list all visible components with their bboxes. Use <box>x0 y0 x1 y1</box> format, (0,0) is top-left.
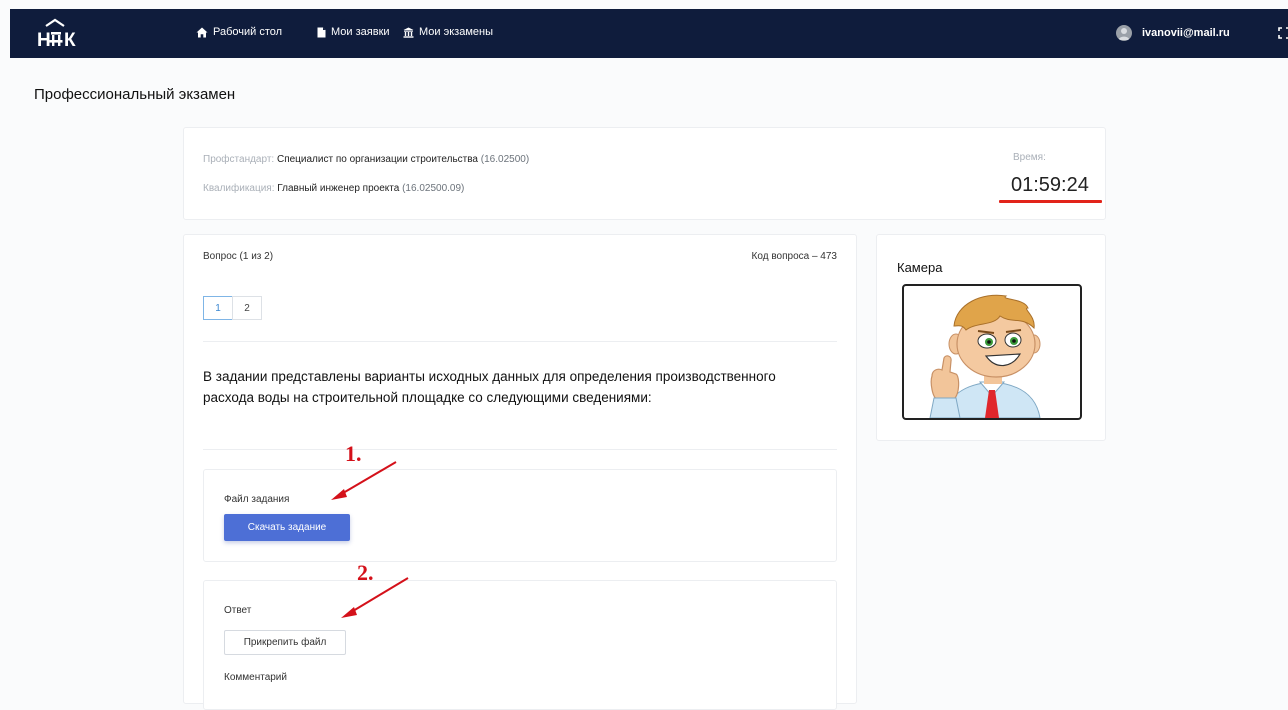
svg-text:К: К <box>64 30 76 50</box>
camera-preview <box>902 284 1082 420</box>
qualification-code: (16.02500.09) <box>402 183 465 194</box>
page-title: Профессиональный экзамен <box>34 86 236 103</box>
camera-card: Камера <box>876 234 1106 441</box>
attach-file-button[interactable]: Прикрепить файл <box>224 630 346 655</box>
nav-my-applications-label: Мои заявки <box>331 26 390 38</box>
qualification-line: Квалификация: Главный инженер проекта (1… <box>203 183 464 194</box>
fullscreen-icon[interactable] <box>1278 27 1288 39</box>
exam-info-card: Профстандарт: Специалист по организации … <box>183 127 1106 220</box>
camera-title: Камера <box>897 260 943 275</box>
question-page-2[interactable]: 2 <box>232 296 262 320</box>
nav-dashboard[interactable]: Рабочий стол <box>196 26 282 38</box>
avatar-icon <box>1116 25 1132 41</box>
qualification-value: Главный инженер проекта <box>277 183 400 194</box>
question-pager: 1 2 <box>203 296 262 320</box>
annotation-step-2: 2. <box>357 560 374 585</box>
annotation-step-1: 1. <box>345 441 362 466</box>
task-file-label: Файл задания <box>224 494 290 505</box>
document-icon <box>317 27 326 37</box>
timer-highlight-underline <box>999 200 1102 203</box>
home-icon <box>196 27 208 37</box>
profstandard-label: Профстандарт: <box>203 154 275 165</box>
task-file-section: Файл задания Скачать задание <box>203 469 837 562</box>
institution-icon <box>403 27 414 38</box>
timer-value: 01:59:24 <box>1011 174 1089 196</box>
user-email: ivanovii@mail.ru <box>1142 27 1230 39</box>
comment-label: Комментарий <box>224 672 287 683</box>
download-task-button[interactable]: Скачать задание <box>224 514 350 541</box>
profstandard-code: (16.02500) <box>480 154 530 165</box>
cartoon-person-image <box>929 294 1041 418</box>
question-card: Вопрос (1 из 2) Код вопроса – 473 1 2 В … <box>183 234 857 710</box>
divider <box>203 449 837 450</box>
question-text: В задании представлены варианты исходных… <box>203 369 776 405</box>
time-label: Время: <box>1013 152 1046 163</box>
answer-label: Ответ <box>224 605 252 616</box>
top-navbar: Н К Рабочий стол Мои заявки Мои экзамены <box>10 9 1288 58</box>
profstandard-line: Профстандарт: Специалист по организации … <box>203 154 529 165</box>
question-counter: Вопрос (1 из 2) <box>203 251 274 262</box>
nav-dashboard-label: Рабочий стол <box>213 26 283 38</box>
npk-logo[interactable]: Н К <box>34 18 88 50</box>
nav-my-exams-label: Мои экзамены <box>419 26 493 38</box>
nav-my-applications[interactable]: Мои заявки <box>317 26 390 38</box>
profstandard-value: Специалист по организации строительства <box>276 154 478 165</box>
divider <box>203 341 837 342</box>
qualification-label: Квалификация: <box>203 183 275 194</box>
svg-text:Н: Н <box>37 30 51 50</box>
question-code: Код вопроса – 473 <box>751 251 837 262</box>
question-page-1[interactable]: 1 <box>203 296 233 320</box>
user-menu[interactable]: ivanovii@mail.ru <box>1116 25 1230 41</box>
answer-section: Ответ Прикрепить файл Комментарий <box>203 580 837 710</box>
nav-my-exams[interactable]: Мои экзамены <box>403 26 493 38</box>
